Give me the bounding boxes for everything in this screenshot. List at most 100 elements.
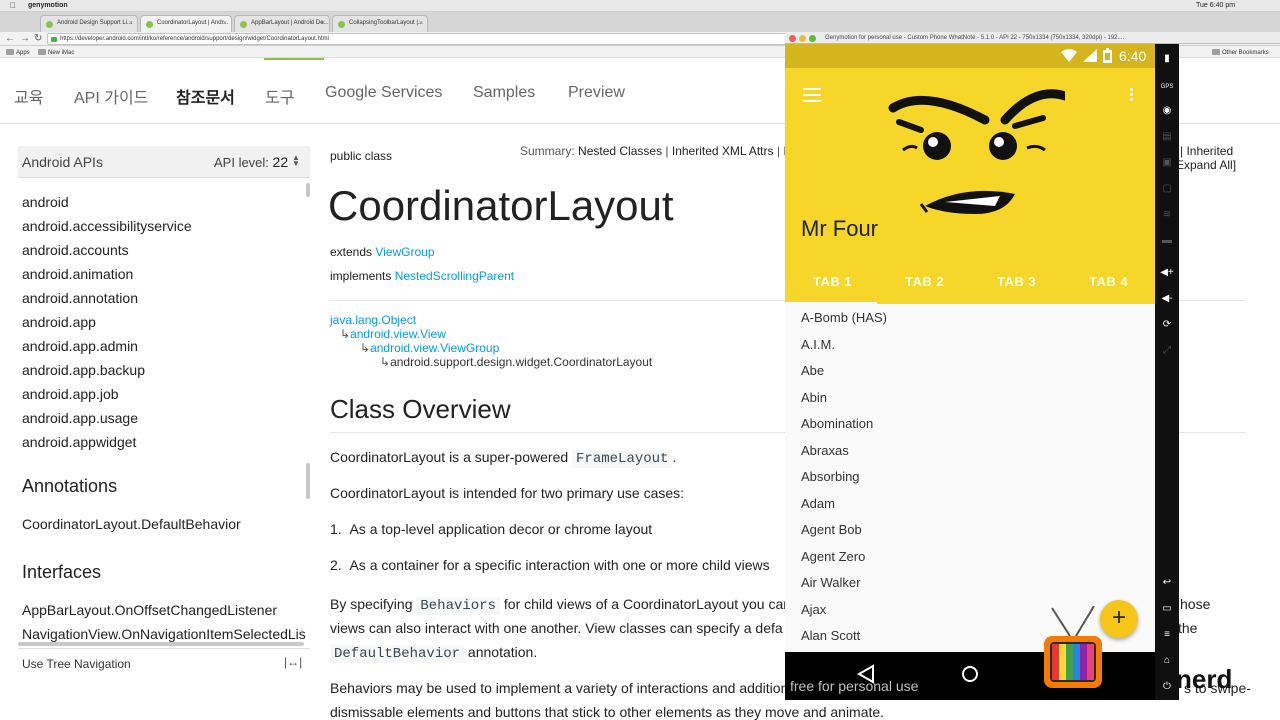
list-item[interactable]: Agent Zero (801, 549, 865, 564)
back-hardware-icon[interactable]: ↩ (1160, 576, 1174, 590)
battery-widget-icon[interactable]: ▮ (1160, 52, 1174, 66)
package-link[interactable]: android.animation (22, 266, 133, 282)
minimize-window-icon[interactable] (799, 35, 806, 42)
package-link[interactable]: android.app.usage (22, 410, 138, 426)
package-link[interactable]: android.app (22, 314, 96, 330)
reload-icon[interactable]: ↻ (34, 33, 42, 44)
menu-hardware-icon[interactable]: ≡ (1160, 628, 1174, 642)
package-link[interactable]: android.accessibilityservice (22, 218, 192, 234)
network-widget-icon[interactable]: ≋ (1160, 208, 1174, 222)
apps-bookmark[interactable]: Apps (6, 49, 30, 56)
defaultbehavior-code-link[interactable]: DefaultBehavior (330, 645, 465, 663)
browser-tab-1[interactable]: Android Design Support Li... × (40, 15, 138, 32)
summary-inherited[interactable]: | Inherited (1180, 144, 1233, 158)
zoom-window-icon[interactable] (809, 35, 816, 42)
browser-tab-2[interactable]: CoordinatorLayout | Andr... × (140, 15, 232, 32)
browser-tab-3[interactable]: AppBarLayout | Android De... × (234, 15, 330, 32)
api-level-select[interactable]: API level: 22 (214, 154, 288, 170)
hamburger-menu-icon[interactable] (803, 88, 821, 106)
interface-link[interactable]: AppBarLayout.OnOffsetChangedListener (22, 602, 277, 618)
overflow-menu-icon[interactable] (1130, 88, 1134, 103)
clock[interactable]: Tue 6:40 pm (1196, 2, 1235, 9)
camera-widget-icon[interactable]: ◉ (1160, 104, 1174, 118)
list-item[interactable]: Ajax (801, 602, 826, 617)
summary-xml-attrs-link[interactable]: Inherited XML Attrs (672, 144, 774, 158)
package-link[interactable]: android.accounts (22, 242, 129, 258)
list-item[interactable]: Abin (801, 390, 827, 405)
list-item[interactable]: A.I.M. (801, 337, 835, 352)
list-item[interactable]: Absorbing (801, 469, 860, 484)
summary-nested-classes-link[interactable]: Nested Classes (578, 144, 662, 158)
power-icon[interactable]: ⏻ (1160, 680, 1174, 694)
sms-widget-icon[interactable]: ▬ (1160, 234, 1174, 248)
tab-2[interactable]: TAB 2 (905, 274, 944, 289)
hierarchy-viewgroup-link[interactable]: android.view.ViewGroup (370, 341, 499, 355)
summary-expand-all[interactable]: Expand All] (1176, 158, 1236, 172)
nav-training[interactable]: 교육 (14, 84, 43, 108)
list-item[interactable]: Abraxas (801, 443, 849, 458)
close-tab-icon[interactable]: × (321, 20, 325, 27)
gps-widget-icon[interactable]: GPS (1160, 80, 1174, 94)
list-item[interactable]: Alan Scott (801, 628, 860, 643)
implements-link[interactable]: NestedScrollingParent (395, 269, 514, 283)
list-item[interactable]: Abe (801, 363, 824, 378)
list-item[interactable]: Abomination (801, 416, 873, 431)
rotate-icon[interactable]: ⟳ (1160, 318, 1174, 332)
framelayout-code-link[interactable]: FrameLayout (572, 450, 673, 468)
nav-google-services[interactable]: Google Services (325, 84, 442, 102)
id-widget-icon[interactable]: ▢ (1160, 182, 1174, 196)
close-tab-icon[interactable]: × (129, 20, 133, 27)
capture-widget-icon[interactable]: ▤ (1160, 130, 1174, 144)
recent-apps-icon[interactable]: ▭ (1160, 602, 1174, 616)
package-link[interactable]: android.app.job (22, 386, 119, 402)
nav-reference[interactable]: 참조문서 (176, 84, 235, 108)
nav-samples[interactable]: Samples (473, 84, 535, 102)
list-item[interactable]: Agent Bob (801, 522, 862, 537)
new-imac-bookmark[interactable]: New iMac (38, 49, 74, 56)
forward-icon[interactable]: → (20, 33, 30, 44)
remote-control-icon[interactable]: ▣ (1160, 156, 1174, 170)
package-link[interactable]: android.app.admin (22, 338, 138, 354)
hierarchy-view-link[interactable]: android.view.View (350, 327, 446, 341)
package-link[interactable]: android.app.backup (22, 362, 145, 378)
list-item[interactable]: Adam (801, 496, 835, 511)
tree-nav-label[interactable]: Use Tree Navigation (22, 657, 131, 671)
list-item[interactable]: A-Bomb (HAS) (801, 310, 887, 325)
nav-tools[interactable]: 도구 (265, 84, 294, 108)
tree-navigation-bar[interactable]: Use Tree Navigation |↔| (18, 648, 310, 678)
annotation-link[interactable]: CoordinatorLayout.DefaultBehavior (22, 516, 241, 532)
resize-icon[interactable]: |↔| (284, 655, 302, 669)
emulator-title-bar[interactable]: Genymotion for personal use - Custom Pho… (785, 32, 1280, 44)
overview-paragraph-6: Behaviors may be used to implement a var… (330, 680, 789, 696)
interface-link[interactable]: NavigationView.OnNavigationItemSelectedL… (22, 626, 306, 642)
close-window-icon[interactable] (789, 35, 796, 42)
volume-down-icon[interactable]: ◀- (1160, 292, 1174, 306)
package-link[interactable]: android (22, 194, 69, 210)
browser-tab-4[interactable]: CollapsingToolbarLayout |... × (332, 15, 428, 32)
tab-4[interactable]: TAB 4 (1089, 274, 1128, 289)
phone-screen[interactable]: 6:40 Mr Four TAB 1 TAB 2 TAB 3 TAB 4 A-B… (785, 44, 1155, 700)
apple-icon[interactable]:  (10, 1, 16, 10)
tab-1[interactable]: TAB 1 (813, 274, 852, 289)
home-circle-icon[interactable] (960, 664, 980, 684)
package-link[interactable]: android.annotation (22, 290, 138, 306)
extends-link[interactable]: ViewGroup (375, 245, 434, 259)
select-arrows-icon[interactable]: ▲ ▼ (292, 154, 300, 168)
hierarchy-object-link[interactable]: java.lang.Object (330, 313, 416, 327)
list-item[interactable]: Air Walker (801, 575, 860, 590)
close-tab-icon[interactable]: × (419, 20, 423, 27)
home-hardware-icon[interactable]: ⌂ (1160, 654, 1174, 668)
sidebar-horizontal-scrollbar[interactable] (18, 642, 304, 646)
scale-icon[interactable]: ⤢ (1160, 344, 1174, 358)
sidebar-classes-scrollbar[interactable] (306, 463, 310, 499)
nav-preview[interactable]: Preview (568, 84, 625, 102)
package-link[interactable]: android.appwidget (22, 434, 136, 450)
tab-3[interactable]: TAB 3 (997, 274, 1036, 289)
nav-api-guides[interactable]: API 가이드 (74, 84, 148, 108)
sidebar-scrollbar[interactable] (306, 183, 310, 197)
volume-up-icon[interactable]: ◀+ (1160, 266, 1174, 280)
back-icon[interactable]: ← (5, 33, 15, 44)
behaviors-code-link[interactable]: Behaviors (416, 597, 500, 615)
other-bookmarks[interactable]: Other Bookmarks (1212, 49, 1269, 56)
close-tab-icon[interactable]: × (223, 20, 227, 27)
